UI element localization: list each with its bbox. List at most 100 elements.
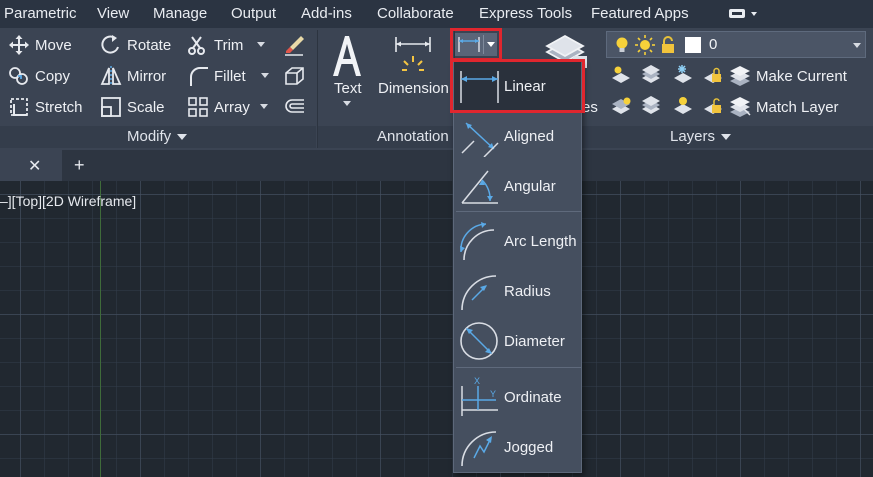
menu-output[interactable]: Output xyxy=(231,5,276,22)
annotation-panel-title[interactable]: Annotation xyxy=(377,128,449,145)
menu-item-label: Diameter xyxy=(504,332,565,350)
menu-express-tools[interactable]: Express Tools xyxy=(479,5,572,22)
drawing-canvas[interactable] xyxy=(0,181,873,477)
new-tab-icon[interactable]: + xyxy=(74,155,85,176)
trim-label: Trim xyxy=(214,36,244,54)
match-layer-label: Match Layer xyxy=(756,98,839,116)
chevron-down-icon[interactable] xyxy=(853,43,861,48)
menu-item-ordinate[interactable]: XY Ordinate xyxy=(454,373,581,421)
text-dropdown-arrow[interactable] xyxy=(343,101,351,106)
fillet-label: Fillet xyxy=(214,67,246,85)
rotate-icon xyxy=(100,34,122,56)
move-icon xyxy=(8,34,30,56)
layer-match-icon xyxy=(729,96,751,118)
menu-collaborate[interactable]: Collaborate xyxy=(377,5,454,22)
chevron-down-icon xyxy=(177,134,188,141)
layer-unisolate-icon xyxy=(642,96,660,114)
layer-tools-row-1 xyxy=(610,64,730,88)
viewport-controls[interactable]: –][Top][2D Wireframe] xyxy=(0,193,136,209)
fillet-icon xyxy=(187,65,209,87)
menu-item-arc-length[interactable]: Arc Length xyxy=(454,217,581,265)
layer-color-swatch xyxy=(685,37,701,53)
mirror-icon xyxy=(100,65,122,87)
file-tab-strip xyxy=(0,150,873,181)
stretch-icon xyxy=(8,96,30,118)
match-layer-button[interactable]: Match Layer xyxy=(729,94,839,120)
menu-item-label: Aligned xyxy=(504,127,555,145)
layers-panel-title[interactable]: Layers xyxy=(670,128,732,145)
dimension-dropdown-menu: Linear Aligned Angular Arc Length Radius… xyxy=(453,61,582,473)
rotate-button[interactable]: Rotate xyxy=(100,32,171,58)
array-button[interactable]: Array xyxy=(187,94,250,120)
menu-bar: Parametric View Manage Output Add-ins Co… xyxy=(0,0,873,28)
ribbon-overflow-icon[interactable] xyxy=(727,6,761,22)
sun-icon xyxy=(635,35,655,55)
copy-label: Copy xyxy=(35,67,71,85)
offset-icon xyxy=(283,96,305,118)
layer-off-icon xyxy=(612,66,630,83)
ordinate-icon: XY xyxy=(458,376,500,418)
mirror-label: Mirror xyxy=(127,67,167,85)
explode-button[interactable] xyxy=(283,63,310,89)
close-tab-icon[interactable]: ✕ xyxy=(28,156,41,176)
menu-separator xyxy=(456,367,581,368)
menu-item-diameter[interactable]: Diameter xyxy=(454,317,581,365)
cube-icon xyxy=(283,65,305,87)
layer-freeze-icon xyxy=(674,65,692,83)
make-current-label: Make Current xyxy=(756,67,847,85)
highlight-frame xyxy=(450,28,502,61)
menu-add-ins[interactable]: Add-ins xyxy=(301,5,352,22)
array-dropdown-arrow[interactable] xyxy=(260,104,268,109)
arc-length-icon xyxy=(458,220,500,262)
copy-button[interactable]: Copy xyxy=(8,63,70,89)
menu-item-jogged[interactable]: Jogged xyxy=(454,423,581,471)
menu-item-label: Jogged xyxy=(504,438,554,456)
svg-text:X: X xyxy=(474,376,480,386)
layer-tools-row-2 xyxy=(610,95,730,119)
make-current-button[interactable]: Make Current xyxy=(729,63,847,89)
menu-view[interactable]: View xyxy=(97,5,129,22)
menu-item-radius[interactable]: Radius xyxy=(454,267,581,315)
menu-item-aligned[interactable]: Aligned xyxy=(454,112,581,160)
eraser-icon xyxy=(283,34,305,56)
move-label: Move xyxy=(35,36,72,54)
dimension-button[interactable]: Dimension xyxy=(378,75,449,101)
layer-on-icon xyxy=(612,97,631,114)
layer-isolate-icon xyxy=(642,65,660,83)
layer-lock-icon xyxy=(704,67,722,83)
modify-panel-title[interactable]: Modify xyxy=(127,128,188,145)
menu-parametric[interactable]: Parametric xyxy=(4,5,77,22)
layer-unlock-icon xyxy=(704,98,722,114)
rotate-label: Rotate xyxy=(127,36,172,54)
erase-button[interactable] xyxy=(283,32,310,58)
aligned-dimension-icon xyxy=(458,115,500,158)
scale-label: Scale xyxy=(127,98,165,116)
menu-separator xyxy=(456,211,581,212)
stretch-button[interactable]: Stretch xyxy=(8,94,83,120)
angular-dimension-icon xyxy=(458,165,500,207)
dimension-icon xyxy=(392,34,434,76)
current-layer-name: 0 xyxy=(709,36,718,53)
radius-icon xyxy=(458,270,500,312)
y-axis-line xyxy=(100,181,101,477)
text-button[interactable]: Text xyxy=(334,75,362,101)
unlock-icon xyxy=(659,36,677,54)
trim-dropdown-arrow[interactable] xyxy=(257,42,265,47)
offset-button[interactable] xyxy=(283,94,310,120)
menu-manage[interactable]: Manage xyxy=(153,5,207,22)
menu-item-label: Arc Length xyxy=(504,232,577,250)
array-label: Array xyxy=(214,98,250,116)
layer-dropdown[interactable]: 0 xyxy=(606,31,866,58)
scale-button[interactable]: Scale xyxy=(100,94,165,120)
mirror-button[interactable]: Mirror xyxy=(100,63,166,89)
trim-button[interactable]: Trim xyxy=(187,32,243,58)
menu-featured-apps[interactable]: Featured Apps xyxy=(591,5,689,22)
layer-thaw-icon xyxy=(674,97,692,114)
scissors-icon xyxy=(187,34,209,56)
highlight-frame xyxy=(450,59,585,113)
move-button[interactable]: Move xyxy=(8,32,72,58)
fillet-dropdown-arrow[interactable] xyxy=(261,73,269,78)
chevron-down-icon xyxy=(721,134,732,141)
menu-item-angular[interactable]: Angular xyxy=(454,162,581,210)
fillet-button[interactable]: Fillet xyxy=(187,63,246,89)
